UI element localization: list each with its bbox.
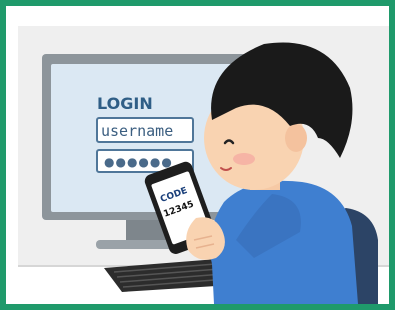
cheek [233, 153, 255, 165]
login-2fa-illustration: LOGIN username ●●●●●● CODE 12345 [18, 42, 389, 304]
illustration-panel: LOGIN username ●●●●●● CODE 12345 [18, 26, 389, 304]
ear [285, 124, 307, 152]
illustration-frame: LOGIN username ●●●●●● CODE 12345 [0, 0, 395, 310]
person [204, 42, 358, 304]
username-text: username [101, 122, 173, 140]
login-title: LOGIN [97, 94, 153, 113]
password-mask: ●●●●●● [104, 155, 173, 169]
